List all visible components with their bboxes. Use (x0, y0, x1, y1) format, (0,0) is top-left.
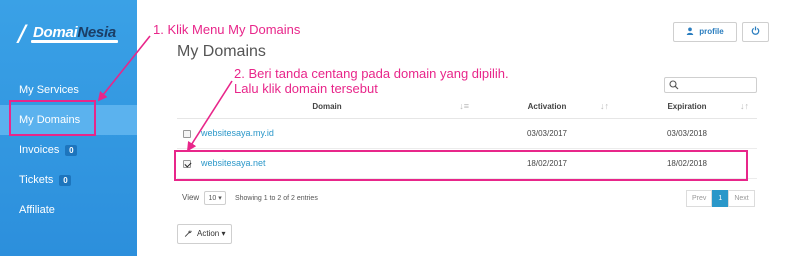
caret-down-icon: ▾ (218, 195, 222, 202)
action-label: Action (197, 229, 220, 238)
tickets-count-badge: 0 (59, 174, 72, 186)
column-header-domain[interactable]: Domain ↓≡ (177, 96, 477, 119)
logout-button[interactable] (742, 22, 769, 42)
annotation-highlight-domain-row (174, 150, 748, 181)
invoices-count-badge: 0 (65, 144, 78, 156)
sidebar-nav: My Services My Domains Invoices 0 Tickets… (0, 75, 137, 225)
activation-date: 03/03/2017 (477, 118, 617, 149)
page-1-button[interactable]: 1 (712, 190, 729, 207)
profile-button[interactable]: profile (673, 22, 737, 42)
sidebar-item-label: Tickets (19, 174, 54, 186)
logo-mark: / (18, 21, 27, 47)
sidebar-item-affiliate[interactable]: Affiliate (0, 195, 137, 225)
column-header-activation[interactable]: Activation ↓↑ (477, 96, 617, 119)
annotation-step-2-line-1: 2. Beri tanda centang pada domain yang d… (234, 66, 509, 81)
logo-text: DomaiNesia (33, 24, 116, 41)
domainesia-logo[interactable]: / DomaiNesia (18, 23, 118, 47)
sort-icon: ↓↑ (600, 101, 609, 111)
page-title: My Domains (177, 43, 266, 60)
sidebar-item-label: My Services (19, 84, 79, 96)
table-header-row: Domain ↓≡ Activation ↓↑ Expiration ↓↑ (177, 96, 757, 119)
sidebar-item-label: Affiliate (19, 204, 55, 216)
page-length-select[interactable]: 10 ▾ (204, 191, 226, 205)
column-header-expiration[interactable]: Expiration ↓↑ (617, 96, 757, 119)
table-length-control: View 10 ▾ Showing 1 to 2 of 2 entries (182, 191, 318, 206)
prev-page-button[interactable]: Prev (686, 190, 713, 207)
row-checkbox[interactable] (183, 129, 191, 138)
expiration-date: 03/03/2018 (617, 118, 757, 149)
profile-label: profile (699, 27, 724, 36)
annotation-step-1: 1. Klik Menu My Domains (153, 22, 301, 37)
search-icon (669, 80, 679, 90)
sort-icon: ↓↑ (740, 101, 749, 111)
annotation-highlight-my-domains (9, 100, 96, 136)
user-icon (687, 27, 694, 35)
table-info: Showing 1 to 2 of 2 entries (234, 195, 318, 203)
annotation-step-2-line-2: Lalu klik domain tersebut (234, 81, 378, 96)
sidebar-item-invoices[interactable]: Invoices 0 (0, 135, 137, 165)
action-dropdown-button[interactable]: Action ▾ (177, 224, 233, 244)
sort-icon: ↓≡ (459, 101, 469, 111)
main-content: My Domains profile Domain ↓≡ Activation ↓↑… (137, 0, 800, 256)
domain-link[interactable]: websitesaya.my.id (201, 128, 274, 138)
power-icon (751, 26, 760, 35)
table-row[interactable]: websitesaya.my.id 03/03/2017 03/03/2018 (177, 118, 757, 149)
caret-down-icon: ▾ (221, 229, 226, 238)
next-page-button[interactable]: Next (728, 190, 755, 207)
sidebar-item-tickets[interactable]: Tickets 0 (0, 165, 137, 195)
pagination: Prev 1 Next (686, 190, 755, 207)
sidebar-item-label: Invoices (19, 144, 60, 156)
search-input[interactable] (664, 77, 757, 93)
annotation-step-2: 2. Beri tanda centang pada domain yang d… (234, 66, 509, 96)
wrench-icon (184, 230, 192, 237)
view-label: View (182, 193, 200, 203)
